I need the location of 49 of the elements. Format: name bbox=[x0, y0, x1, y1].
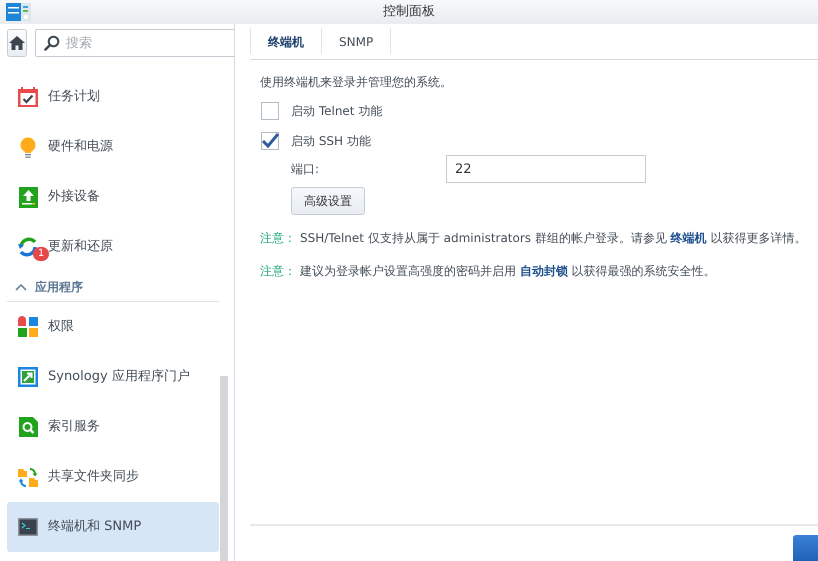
sidebar-item[interactable]: 终端机和 SNMP bbox=[7, 502, 219, 552]
port-field[interactable]: 22 bbox=[446, 155, 646, 183]
sidebar-label: 终端机和 SNMP bbox=[48, 518, 142, 536]
note-link[interactable]: 自动封锁 bbox=[520, 264, 568, 278]
sidebar-label: 共享文件夹同步 bbox=[48, 468, 139, 486]
calendar-icon bbox=[16, 85, 40, 109]
search-document-icon bbox=[16, 415, 40, 439]
sidebar-label: 更新和还原 bbox=[48, 238, 113, 256]
window-title: 控制面板 bbox=[383, 3, 435, 21]
note-label: 注意： bbox=[260, 230, 296, 247]
sidebar-item[interactable]: 索引服务 bbox=[7, 402, 219, 452]
home-button[interactable] bbox=[7, 29, 27, 57]
sidebar-item[interactable]: 1 更新和还原 bbox=[7, 222, 219, 272]
checkbox-label: 启动 SSH 功能 bbox=[291, 133, 371, 150]
checkbox[interactable] bbox=[260, 101, 280, 121]
advanced-settings-button[interactable]: 高级设置 bbox=[291, 187, 365, 215]
checkbox[interactable] bbox=[260, 131, 280, 151]
tab[interactable]: 终端机 bbox=[250, 28, 322, 54]
note-label: 注意： bbox=[260, 263, 296, 280]
sidebar-label: 外接设备 bbox=[48, 188, 100, 206]
note-link[interactable]: 终端机 bbox=[670, 231, 707, 245]
sidebar-item[interactable]: 硬件和电源 bbox=[7, 122, 219, 172]
section-header: 应用程序 bbox=[35, 278, 83, 296]
note-text: 建议为登录帐户设置高强度的密码并启用 自动封锁 以获得最强的系统安全性。 bbox=[300, 263, 716, 280]
description-text: 使用终端机来登录并管理您的系统。 bbox=[260, 74, 453, 91]
collapse-caret[interactable] bbox=[15, 282, 27, 290]
port-label: 端口: bbox=[291, 161, 320, 178]
sidebar-label: 索引服务 bbox=[48, 418, 100, 436]
checkbox-label: 启动 Telnet 功能 bbox=[291, 103, 382, 120]
folder-sync-icon bbox=[16, 465, 40, 489]
sidebar-label: Synology 应用程序门户 bbox=[48, 368, 190, 386]
note-text: SSH/Telnet 仅支持从属于 administrators 群组的帐户登录。请参见 终端机 以获得更多详情。 bbox=[300, 230, 806, 247]
notification-badge: 1 bbox=[33, 247, 49, 261]
sidebar-item[interactable]: 外接设备 bbox=[7, 172, 219, 222]
search-icon bbox=[44, 35, 60, 51]
search-field[interactable]: 搜索 bbox=[35, 29, 234, 57]
sidebar-item[interactable]: 共享文件夹同步 bbox=[7, 452, 219, 502]
sidebar-item[interactable]: Synology 应用程序门户 bbox=[7, 352, 219, 402]
sidebar-label: 权限 bbox=[48, 318, 74, 336]
sidebar-label: 硬件和电源 bbox=[48, 138, 113, 156]
colored-squares-icon bbox=[16, 315, 40, 339]
tab[interactable]: SNMP bbox=[322, 28, 392, 54]
sidebar-item[interactable]: 权限 bbox=[7, 302, 219, 352]
sidebar-item[interactable]: 任务计划 bbox=[7, 72, 219, 122]
scrollbar[interactable] bbox=[220, 376, 228, 561]
terminal-icon bbox=[16, 515, 40, 539]
app-icon bbox=[6, 2, 32, 22]
upload-icon bbox=[16, 185, 40, 209]
sidebar-label: 任务计划 bbox=[48, 88, 100, 106]
